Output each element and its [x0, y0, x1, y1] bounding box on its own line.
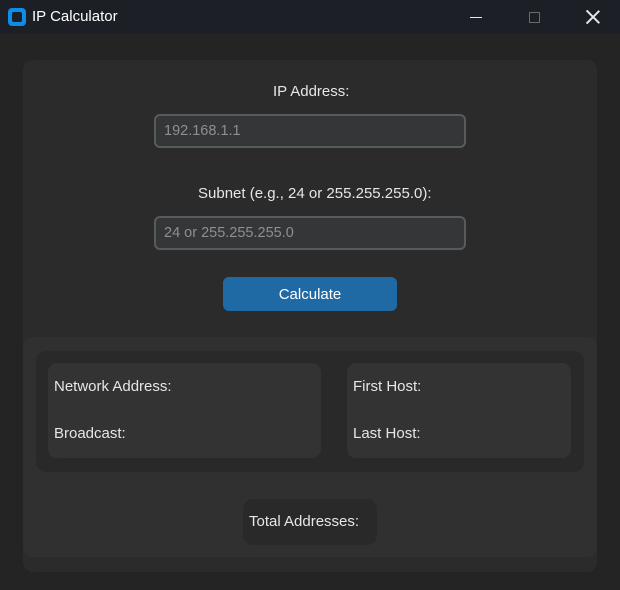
- total-addresses-label: Total Addresses:: [249, 513, 360, 530]
- close-icon: [586, 10, 600, 24]
- close-button[interactable]: [570, 0, 616, 34]
- ip-address-label: IP Address:: [273, 83, 350, 100]
- calculate-button[interactable]: Calculate: [223, 277, 397, 311]
- title-bar[interactable]: IP Calculator: [0, 0, 620, 34]
- app-icon: [8, 8, 26, 26]
- minimize-button[interactable]: [453, 0, 499, 34]
- maximize-icon: [528, 11, 540, 23]
- subnet-label: Subnet (e.g., 24 or 255.255.255.0):: [198, 185, 432, 202]
- ip-address-input[interactable]: [154, 114, 466, 148]
- first-host-label: First Host:: [353, 378, 422, 395]
- app-window: IP Calculator IP Address: Subnet (e.g., …: [0, 0, 620, 590]
- host-info-card: First Host: Last Host:: [347, 363, 571, 458]
- main-frame: IP Address: Subnet (e.g., 24 or 255.255.…: [23, 60, 597, 572]
- last-host-label: Last Host:: [353, 425, 421, 442]
- window-title: IP Calculator: [32, 8, 118, 25]
- network-info-card: Network Address: Broadcast:: [48, 363, 321, 458]
- results-panel: Network Address: Broadcast: First Host: …: [23, 337, 597, 557]
- network-address-label: Network Address:: [54, 378, 172, 395]
- total-addresses-box: Total Addresses:: [243, 499, 377, 545]
- results-card-row: Network Address: Broadcast: First Host: …: [36, 351, 584, 472]
- maximize-button[interactable]: [511, 0, 557, 34]
- broadcast-label: Broadcast:: [54, 425, 126, 442]
- minimize-icon: [470, 16, 482, 18]
- subnet-input[interactable]: [154, 216, 466, 250]
